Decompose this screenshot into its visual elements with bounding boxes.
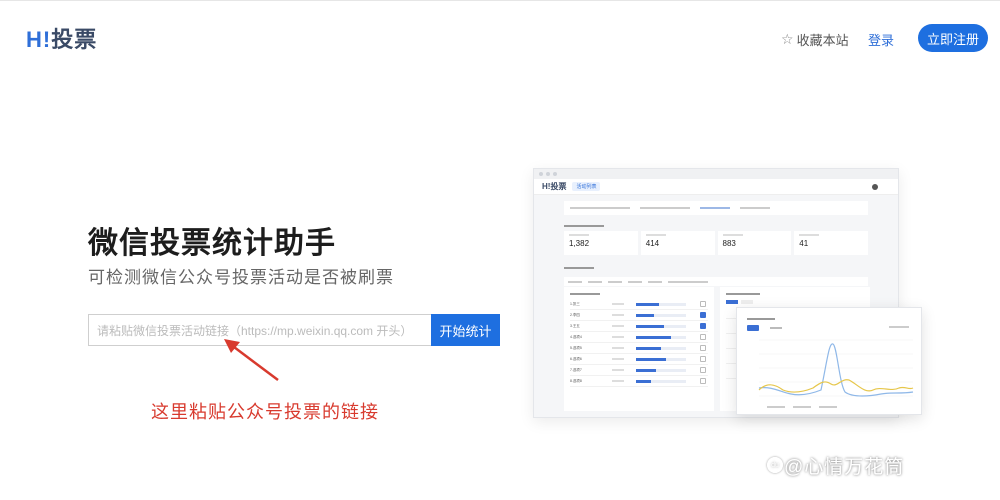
window-controls bbox=[534, 169, 898, 179]
preview-row-checkbox bbox=[700, 378, 706, 384]
preview-table-row: 1.张三 bbox=[570, 299, 708, 310]
preview-table-row: 8.选项8 bbox=[570, 376, 708, 387]
logo-bang: ! bbox=[42, 27, 52, 52]
preview-row-bar bbox=[636, 379, 686, 383]
preview-row-bar bbox=[636, 357, 686, 361]
preview-info-bar bbox=[564, 201, 868, 215]
preview-row-bar bbox=[636, 346, 686, 350]
preview-table: 1.张三 2.李四 3.王五 4.选项4 5.选项5 6.选项6 7.选项7 8.选项8 bbox=[564, 287, 714, 411]
preview-row-label: 1.张三 bbox=[570, 301, 580, 306]
watermark-badge: du bbox=[767, 457, 783, 473]
preview-row-checkbox bbox=[700, 345, 706, 351]
preview-table-row: 4.选项4 bbox=[570, 332, 708, 343]
preview-row-label: 4.选项4 bbox=[570, 334, 582, 339]
preview-stat-card: 414 bbox=[640, 231, 715, 255]
preview-table-row: 5.选项5 bbox=[570, 343, 708, 354]
preview-row-bar bbox=[636, 335, 686, 339]
start-stats-button[interactable]: 开始统计 bbox=[431, 314, 500, 346]
preview-row-label: 8.选项8 bbox=[570, 378, 582, 383]
star-icon: ☆ bbox=[781, 31, 794, 47]
preview-table-row: 2.李四 bbox=[570, 310, 708, 321]
preview-line-chart-card bbox=[736, 307, 922, 415]
preview-section-title bbox=[564, 223, 604, 229]
preview-row-label: 7.选项7 bbox=[570, 367, 582, 372]
hero-title: 微信投票统计助手 bbox=[88, 227, 336, 260]
preview-chip: 活动列表 bbox=[572, 182, 601, 191]
preview-row-checkbox bbox=[700, 367, 706, 373]
preview-line-chart bbox=[758, 339, 914, 397]
preview-nav: H!投票 活动列表 bbox=[534, 179, 898, 195]
preview-table-row: 3.王五 bbox=[570, 321, 708, 332]
preview-table-title bbox=[570, 291, 708, 296]
preview-row-label: 2.李四 bbox=[570, 312, 580, 317]
preview-row-checkbox bbox=[700, 356, 706, 362]
preview-row-label: 5.选项5 bbox=[570, 345, 582, 350]
preview-filter-bar bbox=[564, 277, 868, 286]
preview-row-label: 3.王五 bbox=[570, 323, 580, 328]
preview-row-bar bbox=[636, 324, 686, 328]
preview-avatar bbox=[872, 183, 878, 190]
preview-chart-title bbox=[747, 316, 775, 321]
site-logo[interactable]: H!投票 bbox=[26, 22, 97, 54]
logo-h: H bbox=[26, 27, 43, 52]
preview-stat-card: 883 bbox=[717, 231, 792, 255]
login-link[interactable]: 登录 bbox=[868, 30, 894, 49]
preview-row-checkbox bbox=[700, 323, 706, 329]
preview-chart-tab-active bbox=[747, 325, 759, 331]
preview-row-checkbox bbox=[700, 301, 706, 307]
preview-row-checkbox bbox=[700, 334, 706, 340]
preview-row-bar bbox=[636, 313, 686, 317]
preview-stat-card: 41 bbox=[794, 231, 868, 255]
hero-subtitle: 可检测微信公众号投票活动是否被刷票 bbox=[88, 268, 394, 287]
watermark-text: @心情万花筒 bbox=[784, 457, 905, 478]
header: H!投票 ☆ 收藏本站 登录 立即注册 bbox=[0, 0, 1000, 72]
preview-section-title bbox=[564, 265, 594, 271]
preview-row-bar bbox=[636, 368, 686, 372]
favorite-label: 收藏本站 bbox=[796, 33, 849, 48]
preview-stats: 1,382 414 883 41 bbox=[564, 231, 868, 255]
preview-table-row: 7.选项7 bbox=[570, 365, 708, 376]
logo-text: 投票 bbox=[51, 27, 98, 52]
preview-chart-tab bbox=[767, 325, 785, 331]
preview-logo: H!投票 bbox=[542, 182, 567, 191]
paste-hint: 这里粘贴公众号投票的链接 bbox=[151, 402, 379, 422]
preview-stat-card: 1,382 bbox=[564, 231, 638, 255]
register-button[interactable]: 立即注册 bbox=[918, 24, 988, 52]
preview-chart-period bbox=[889, 325, 909, 329]
preview-row-checkbox bbox=[700, 312, 706, 318]
preview-table-row: 6.选项6 bbox=[570, 354, 708, 365]
preview-row-label: 6.选项6 bbox=[570, 356, 582, 361]
preview-row-bar bbox=[636, 302, 686, 306]
favorite-link[interactable]: ☆ 收藏本站 bbox=[781, 30, 849, 49]
arrow-icon bbox=[224, 339, 279, 381]
